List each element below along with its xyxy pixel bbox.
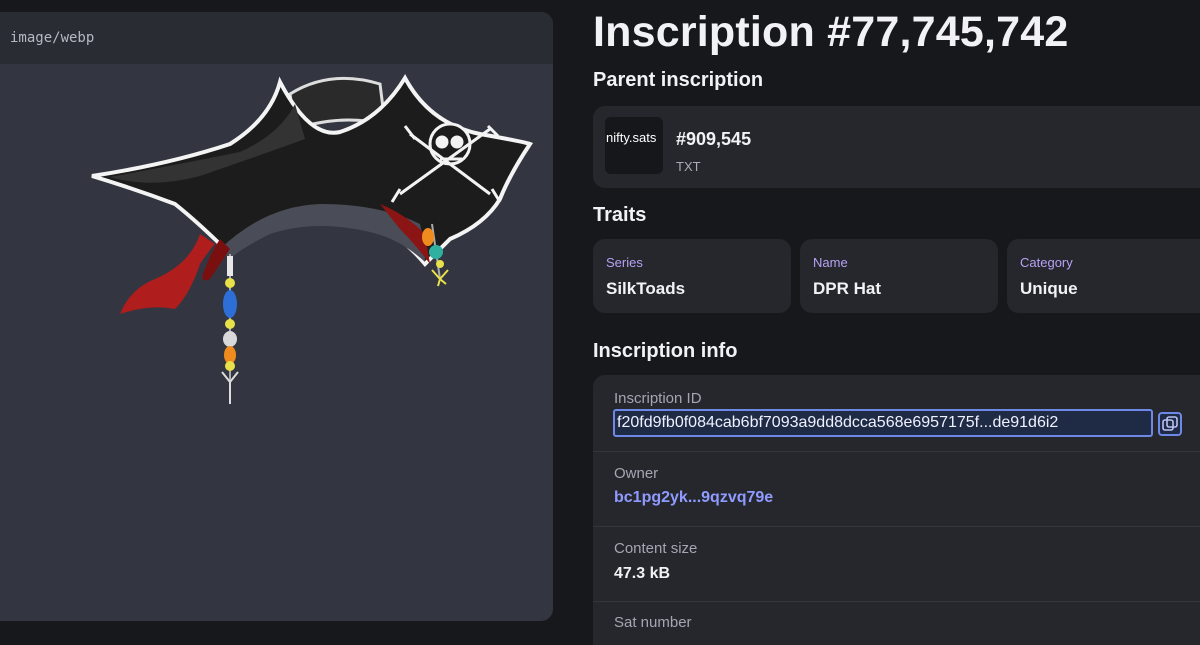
sat-number-label: Sat number <box>614 614 692 631</box>
mime-type-label: image/webp <box>10 30 95 46</box>
pirate-hat-image <box>91 73 534 404</box>
trait-label: Category <box>1020 255 1073 270</box>
media-preview-panel: image/webp <box>0 12 553 621</box>
media-header: image/webp <box>0 12 553 64</box>
content-size-row: Content size 47.3 kB <box>593 527 1200 601</box>
parent-inscription-card[interactable]: nifty.sats #909,545 TXT <box>593 106 1200 188</box>
owner-row: Owner bc1pg2yk...9qzvq79e <box>593 452 1200 526</box>
info-section-title: Inscription info <box>593 340 738 362</box>
inscription-id-label: Inscription ID <box>614 390 702 407</box>
parent-thumbnail: nifty.sats <box>605 117 663 174</box>
trait-value: Unique <box>1020 279 1078 298</box>
trait-card-category[interactable]: Category Unique <box>1007 239 1200 313</box>
owner-label: Owner <box>614 465 659 482</box>
parent-section-title: Parent inscription <box>593 69 764 91</box>
content-size-value: 47.3 kB <box>614 565 671 582</box>
trait-label: Series <box>606 255 643 270</box>
parent-inscription-number: #909,545 <box>676 129 752 149</box>
content-size-label: Content size <box>614 540 698 557</box>
page-title: Inscription #77,745,742 <box>593 8 1069 56</box>
parent-content-type: TXT <box>676 159 701 174</box>
trait-value: DPR Hat <box>813 279 882 298</box>
trait-card-name[interactable]: Name DPR Hat <box>800 239 998 313</box>
sat-number-row: Sat number <box>593 602 1200 642</box>
inscription-id-value[interactable]: f20fd9fb0f084cab6bf7093a9dd8dcca568e6957… <box>613 409 1153 437</box>
traits-section-title: Traits <box>593 204 647 226</box>
owner-address-link[interactable]: bc1pg2yk...9qzvq79e <box>614 489 773 507</box>
inscription-info-card: Inscription ID f20fd9fb0f084cab6bf7093a9… <box>593 375 1200 645</box>
trait-card-series[interactable]: Series SilkToads <box>593 239 791 313</box>
inscription-id-row: Inscription ID f20fd9fb0f084cab6bf7093a9… <box>593 375 1200 451</box>
trait-label: Name <box>813 255 848 270</box>
copy-icon[interactable] <box>1158 412 1182 436</box>
trait-value: SilkToads <box>606 279 686 298</box>
